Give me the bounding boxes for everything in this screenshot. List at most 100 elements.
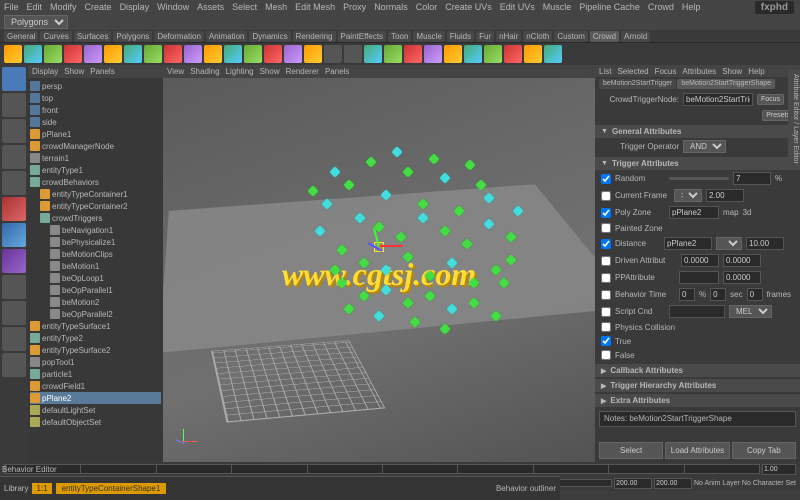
menu-crowd[interactable]: Crowd bbox=[648, 2, 674, 12]
shelf-tab-muscle[interactable]: Muscle bbox=[413, 31, 444, 42]
curframe-op[interactable]: >= bbox=[674, 189, 702, 202]
shelf-tab-crowd[interactable]: Crowd bbox=[590, 31, 619, 42]
shelf-tab-deformation[interactable]: Deformation bbox=[154, 31, 204, 42]
curframe-check[interactable] bbox=[601, 191, 611, 201]
outliner-node[interactable]: beMotion2 bbox=[30, 296, 161, 308]
outliner-node[interactable]: crowdTriggers bbox=[30, 212, 161, 224]
shelf-icon-26[interactable] bbox=[524, 45, 542, 63]
outliner-node[interactable]: crowdField1 bbox=[30, 380, 161, 392]
shelf-icon-2[interactable] bbox=[44, 45, 62, 63]
shelf-icon-5[interactable] bbox=[104, 45, 122, 63]
range-end[interactable] bbox=[614, 478, 652, 489]
physics-check[interactable] bbox=[601, 322, 611, 332]
viewport-canvas[interactable]: www.cgtsj.com bbox=[163, 78, 595, 463]
distance-op[interactable]: <= bbox=[716, 237, 742, 250]
load-attrs-button[interactable]: Load Attributes bbox=[665, 442, 729, 459]
outliner-node[interactable]: beMotion1 bbox=[30, 260, 161, 272]
shelf-icon-13[interactable] bbox=[264, 45, 282, 63]
ae-menu-focus[interactable]: Focus bbox=[655, 67, 677, 76]
polyzone-check[interactable] bbox=[601, 208, 611, 218]
ae-menu-help[interactable]: Help bbox=[748, 67, 764, 76]
menu-create[interactable]: Create bbox=[85, 2, 112, 12]
outliner-node[interactable]: beOpLoop1 bbox=[30, 272, 161, 284]
menu-file[interactable]: File bbox=[4, 2, 19, 12]
outliner-menu-panels[interactable]: Panels bbox=[90, 67, 114, 76]
tool-10[interactable] bbox=[2, 301, 26, 325]
shelf-icon-16[interactable] bbox=[324, 45, 342, 63]
shelf-icon-21[interactable] bbox=[424, 45, 442, 63]
lasso-tool[interactable] bbox=[2, 93, 26, 117]
btime-check[interactable] bbox=[601, 290, 611, 300]
sidebar-vertical-tab[interactable]: Attribute Editor / Layer Editor bbox=[788, 70, 800, 168]
shelf-icon-8[interactable] bbox=[164, 45, 182, 63]
menu-mesh[interactable]: Mesh bbox=[265, 2, 287, 12]
tool-8[interactable] bbox=[2, 249, 26, 273]
shelf-icon-1[interactable] bbox=[24, 45, 42, 63]
driven-check[interactable] bbox=[601, 256, 611, 266]
shelf-tab-toon[interactable]: Toon bbox=[388, 31, 411, 42]
btime-a[interactable] bbox=[679, 288, 695, 301]
shelf-icon-20[interactable] bbox=[404, 45, 422, 63]
behavior-editor-window[interactable]: Behavior Editor Library 1:1 entityTypeCo… bbox=[0, 476, 560, 500]
current-frame[interactable] bbox=[762, 464, 796, 475]
ae-menu-selected[interactable]: Selected bbox=[617, 67, 648, 76]
outliner-node[interactable]: particle1 bbox=[30, 368, 161, 380]
outliner-node[interactable]: entityType1 bbox=[30, 164, 161, 176]
driven-a[interactable] bbox=[723, 254, 761, 267]
time-track[interactable] bbox=[4, 464, 760, 474]
no-anim-layer[interactable]: No Anim Layer bbox=[694, 480, 740, 487]
ae-tab-0[interactable]: beMotion2StartTrigger bbox=[599, 79, 676, 89]
random-value[interactable] bbox=[733, 172, 771, 185]
distance-num[interactable] bbox=[746, 237, 784, 250]
outliner-node[interactable]: entityTypeContainer2 bbox=[30, 200, 161, 212]
polyzone-value[interactable] bbox=[669, 206, 719, 219]
shelf-icon-24[interactable] bbox=[484, 45, 502, 63]
outliner-node[interactable]: defaultObjectSet bbox=[30, 416, 161, 428]
shelf-icon-15[interactable] bbox=[304, 45, 322, 63]
trigger-attrs-section[interactable]: Trigger Attributes bbox=[595, 157, 800, 170]
move-tool[interactable] bbox=[2, 119, 26, 143]
status-icon[interactable] bbox=[74, 16, 86, 28]
notes-field[interactable]: Notes: beMotion2StartTriggerShape bbox=[599, 411, 796, 427]
script-blank[interactable] bbox=[669, 305, 725, 318]
menu-select[interactable]: Select bbox=[232, 2, 257, 12]
shelf-tab-ncloth[interactable]: nCloth bbox=[523, 31, 552, 42]
general-attrs-section[interactable]: General Attributes bbox=[595, 125, 800, 138]
ppattr-check[interactable] bbox=[601, 273, 611, 283]
shelf-tab-fluids[interactable]: Fluids bbox=[447, 31, 474, 42]
shelf-tab-polygons[interactable]: Polygons bbox=[113, 31, 152, 42]
shelf-icon-10[interactable] bbox=[204, 45, 222, 63]
shelf-icon-23[interactable] bbox=[464, 45, 482, 63]
ae-menu-attributes[interactable]: Attributes bbox=[682, 67, 716, 76]
outliner-node[interactable]: crowdBehaviors bbox=[30, 176, 161, 188]
outliner-node[interactable]: entityTypeSurface1 bbox=[30, 320, 161, 332]
true-check[interactable] bbox=[601, 336, 611, 346]
trigger-op-select[interactable]: AND bbox=[683, 140, 726, 153]
shelf-tab-general[interactable]: General bbox=[4, 31, 38, 42]
menu-display[interactable]: Display bbox=[120, 2, 150, 12]
menu-edit[interactable]: Edit bbox=[27, 2, 43, 12]
shelf-icon-3[interactable] bbox=[64, 45, 82, 63]
tool-11[interactable] bbox=[2, 327, 26, 351]
shelf-icon-7[interactable] bbox=[144, 45, 162, 63]
outliner-node[interactable]: popTool1 bbox=[30, 356, 161, 368]
ae-menu-list[interactable]: List bbox=[599, 67, 611, 76]
shelf-icon-6[interactable] bbox=[124, 45, 142, 63]
outliner-node[interactable]: crowdManagerNode bbox=[30, 140, 161, 152]
shelf-tab-fur[interactable]: Fur bbox=[476, 31, 494, 42]
vp-menu-panels[interactable]: Panels bbox=[325, 67, 349, 76]
shelf-icon-27[interactable] bbox=[544, 45, 562, 63]
btime-b[interactable] bbox=[710, 288, 726, 301]
menu-assets[interactable]: Assets bbox=[197, 2, 224, 12]
select-button[interactable]: Select bbox=[599, 442, 663, 459]
menu-help[interactable]: Help bbox=[682, 2, 701, 12]
shelf-tab-arnold[interactable]: Arnold bbox=[621, 31, 650, 42]
manip-x-axis[interactable] bbox=[379, 245, 403, 247]
menu-pipeline-cache[interactable]: Pipeline Cache bbox=[579, 2, 640, 12]
menu-color[interactable]: Color bbox=[416, 2, 438, 12]
hier-section[interactable]: Trigger Hierarchy Attributes bbox=[595, 379, 800, 392]
outliner-node[interactable]: beNavigation1 bbox=[30, 224, 161, 236]
outliner-node[interactable]: bePhysicalize1 bbox=[30, 236, 161, 248]
vp-menu-lighting[interactable]: Lighting bbox=[226, 67, 254, 76]
shelf-icon-19[interactable] bbox=[384, 45, 402, 63]
